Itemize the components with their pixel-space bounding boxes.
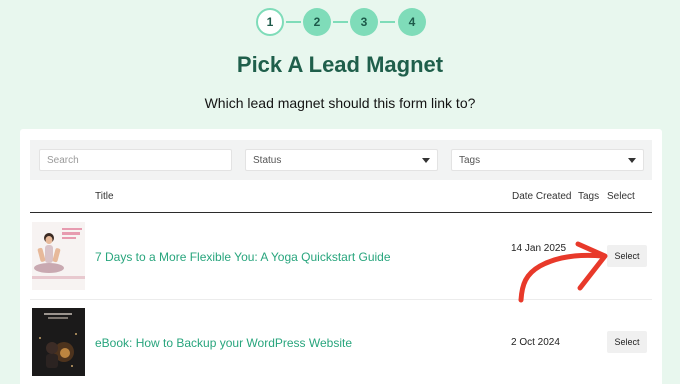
- table-row: eBook: How to Backup your WordPress Webs…: [30, 300, 652, 384]
- filter-bar: Search Status Tags: [30, 140, 652, 180]
- wordpress-backup-cover-image: [32, 308, 85, 376]
- step-3-label: 3: [360, 15, 368, 29]
- chevron-down-icon: [628, 158, 636, 163]
- tags-select[interactable]: Tags: [451, 149, 644, 171]
- tags-select-label: Tags: [459, 154, 481, 166]
- column-header-tags: Tags: [578, 191, 600, 202]
- table-header: Title Date Created Tags Select: [30, 189, 652, 213]
- column-header-title: Title: [95, 191, 114, 202]
- table-row: 7 Days to a More Flexible You: A Yoga Qu…: [30, 214, 652, 300]
- date-created: 14 Jan 2025: [511, 243, 567, 254]
- progress-stepper: 1 2 3 4: [0, 8, 680, 38]
- step-1-label: 1: [266, 15, 274, 29]
- search-placeholder: Search: [47, 154, 79, 166]
- lead-magnet-title-link[interactable]: 7 Days to a More Flexible You: A Yoga Qu…: [95, 250, 391, 264]
- date-created: 2 Oct 2024: [511, 337, 560, 348]
- column-header-date: Date Created: [512, 191, 572, 202]
- search-input[interactable]: Search: [39, 149, 232, 171]
- step-4-label: 4: [408, 15, 416, 29]
- step-4: 4: [398, 8, 426, 36]
- lead-magnet-panel: Search Status Tags Title Date Created Ta…: [20, 129, 662, 384]
- page-subtitle: Which lead magnet should this form link …: [204, 95, 476, 111]
- step-1: 1: [256, 8, 284, 36]
- step-3: 3: [350, 8, 378, 36]
- column-header-select: Select: [607, 191, 635, 202]
- step-2: 2: [303, 8, 331, 36]
- status-select-label: Status: [253, 154, 282, 166]
- step-connector: [380, 21, 395, 23]
- status-select[interactable]: Status: [245, 149, 438, 171]
- select-button[interactable]: Select: [607, 331, 647, 353]
- select-button[interactable]: Select: [607, 245, 647, 267]
- yoga-guide-cover-image: [32, 222, 85, 290]
- step-2-label: 2: [313, 15, 321, 29]
- step-connector: [286, 21, 301, 23]
- page-title: Pick A Lead Magnet: [236, 52, 444, 77]
- step-connector: [333, 21, 348, 23]
- chevron-down-icon: [422, 158, 430, 163]
- lead-magnet-title-link[interactable]: eBook: How to Backup your WordPress Webs…: [95, 336, 352, 350]
